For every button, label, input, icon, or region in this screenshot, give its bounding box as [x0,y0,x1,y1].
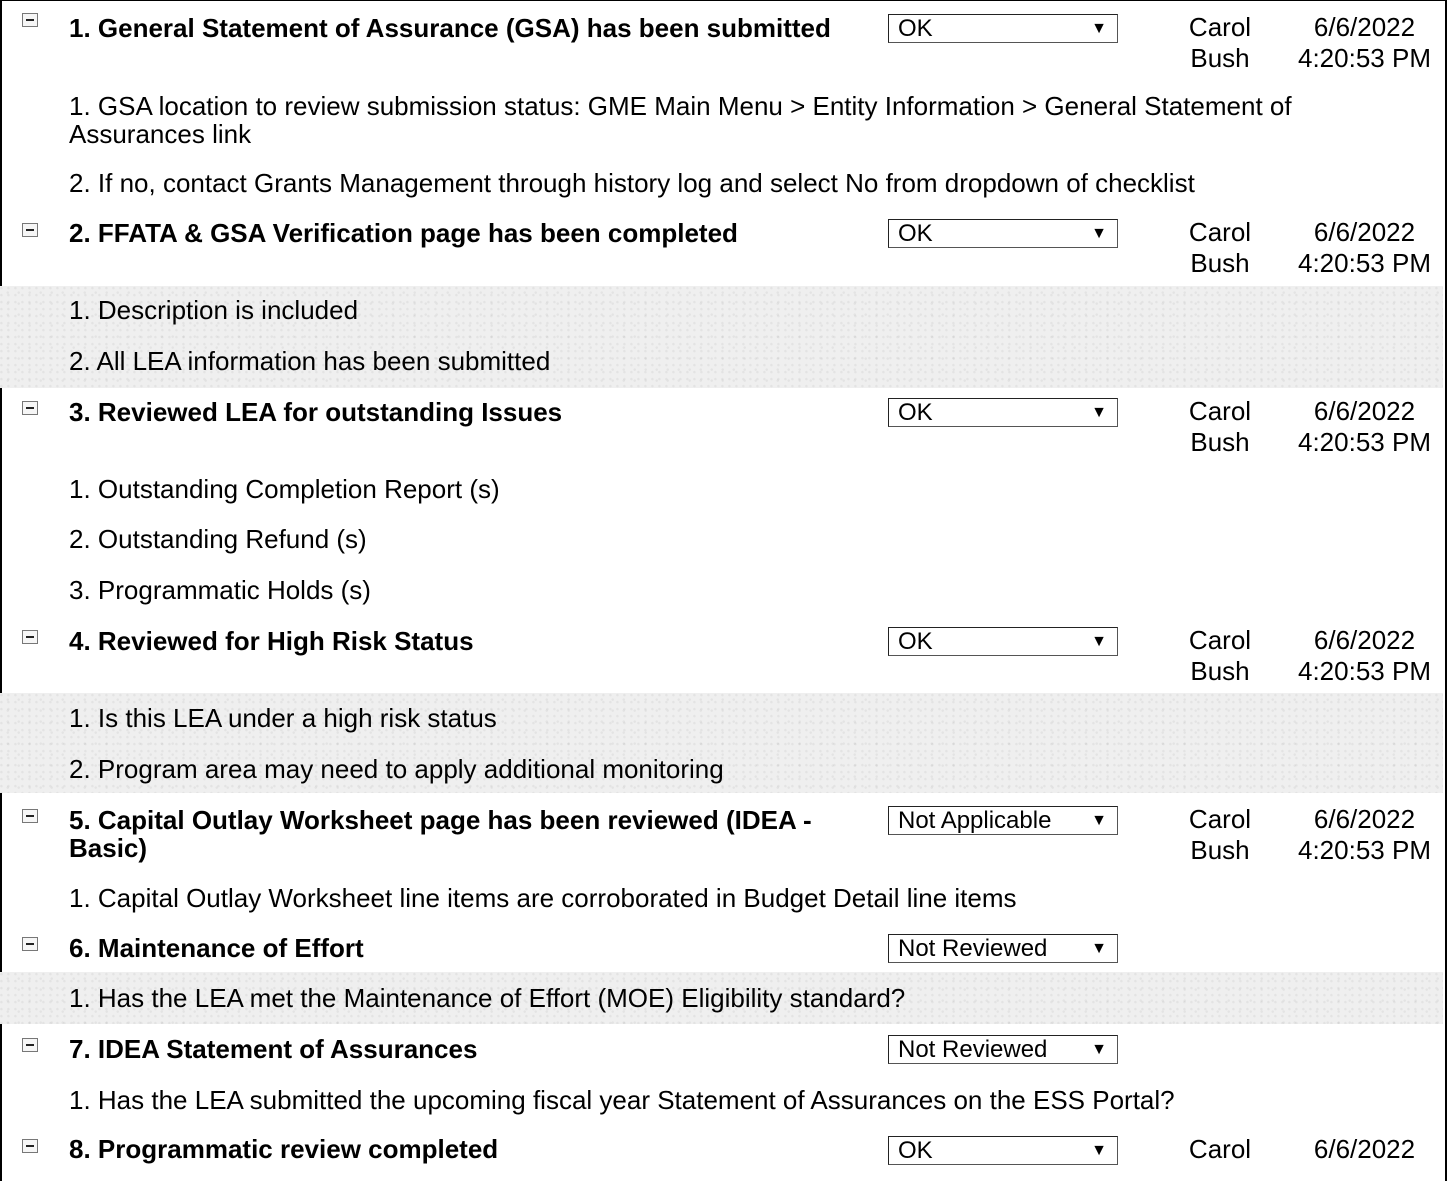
subitem: 1. Has the LEA submitted the upcoming fi… [69,1085,1175,1115]
item-title: 3. Reviewed LEA for outstanding Issues [69,397,563,427]
review-time: 4:20:53 PM [1298,248,1431,278]
dropdown-arrow-icon: ▼ [1091,940,1107,957]
subitem: 3. Programmatic Holds (s) [69,575,371,605]
subitem: 2. All LEA information has been submitte… [69,346,551,376]
status-select[interactable]: OK ▼ [888,398,1118,427]
status-select[interactable]: Not Applicable ▼ [888,806,1118,835]
item-title: 7. IDEA Statement of Assurances [69,1034,478,1064]
item-title: 2. FFATA & GSA Verification page has bee… [69,218,738,248]
item-title: 4. Reviewed for High Risk Status [69,626,474,656]
subitem: 1. Is this LEA under a high risk status [69,703,497,733]
dropdown-arrow-icon: ▼ [1091,633,1107,650]
subitem: 1. Capital Outlay Worksheet line items a… [69,883,1017,913]
review-time: 4:20:53 PM [1298,427,1431,457]
collapse-minus-icon[interactable] [22,1139,38,1153]
collapse-minus-icon[interactable] [22,937,38,951]
status-value: OK [898,220,933,247]
status-value: Not Applicable [898,807,1052,834]
reviewer-name: Carol Bush [1188,625,1252,686]
status-select[interactable]: OK ▼ [888,14,1118,43]
collapse-minus-icon[interactable] [22,13,38,27]
reviewer-name: Carol Bush [1188,12,1252,73]
review-date: 6/6/2022 [1313,217,1416,247]
review-time: 4:20:53 PM [1298,835,1431,865]
review-date: 6/6/2022 [1313,625,1416,655]
status-value: Not Reviewed [898,935,1048,962]
subitem: 1. Outstanding Completion Report (s) [69,474,500,504]
status-value: Not Reviewed [898,1036,1048,1063]
collapse-minus-icon[interactable] [22,809,38,823]
dropdown-arrow-icon: ▼ [1091,812,1107,829]
review-date: 6/6/2022 [1313,12,1416,42]
review-timestamp: 6/6/2022 4:20:53 PM [1286,804,1443,866]
item-title: 5. Capital Outlay Worksheet page has bee… [69,805,812,863]
status-select[interactable]: Not Reviewed ▼ [888,1035,1118,1064]
review-timestamp: 6/6/2022 4:20:53 PM [1286,625,1443,687]
review-time: 4:20:53 PM [1298,43,1431,73]
review-date: 6/6/2022 [1313,804,1416,834]
reviewer-name: Carol Bush [1188,804,1252,865]
review-time: 4:20:53 PM [1298,656,1431,686]
status-select[interactable]: OK ▼ [888,627,1118,656]
dropdown-arrow-icon: ▼ [1091,225,1107,242]
reviewer-name: Carol Bush [1188,217,1252,278]
item-title: 1. General Statement of Assurance (GSA) … [69,13,831,43]
status-value: OK [898,628,933,655]
subitem: 1. Has the LEA met the Maintenance of Ef… [69,983,906,1013]
status-value: OK [898,399,933,426]
dropdown-arrow-icon: ▼ [1091,1142,1107,1159]
subitem: 2. Outstanding Refund (s) [69,524,367,554]
dropdown-arrow-icon: ▼ [1091,1041,1107,1058]
collapse-minus-icon[interactable] [22,223,38,237]
subitem: 1. GSA location to review submission sta… [69,91,1292,149]
collapse-minus-icon[interactable] [22,630,38,644]
review-date: 6/6/2022 [1313,1134,1416,1161]
review-timestamp: 6/6/2022 4:20:53 PM [1286,12,1443,74]
collapse-minus-icon[interactable] [22,401,38,415]
dropdown-arrow-icon: ▼ [1091,404,1107,421]
item-title: 8. Programmatic review completed [69,1134,499,1164]
review-timestamp: 6/6/2022 4:20:53 PM [1286,217,1443,279]
item-title: 6. Maintenance of Effort [69,933,364,963]
status-value: OK [898,15,933,42]
status-value: OK [898,1137,933,1164]
dropdown-arrow-icon: ▼ [1091,20,1107,37]
review-timestamp: 6/6/2022 4:20:53 PM [1286,396,1443,458]
status-select[interactable]: OK ▼ [888,219,1118,248]
review-date: 6/6/2022 [1313,396,1416,426]
subitem: 1. Description is included [69,295,359,325]
subitem: 2. If no, contact Grants Management thro… [69,168,1195,198]
collapse-minus-icon[interactable] [22,1038,38,1052]
subitem: 2. Program area may need to apply additi… [69,754,724,784]
reviewer-name: Carol [1188,1134,1252,1161]
status-select[interactable]: Not Reviewed ▼ [888,934,1118,963]
reviewer-name: Carol Bush [1188,396,1252,457]
